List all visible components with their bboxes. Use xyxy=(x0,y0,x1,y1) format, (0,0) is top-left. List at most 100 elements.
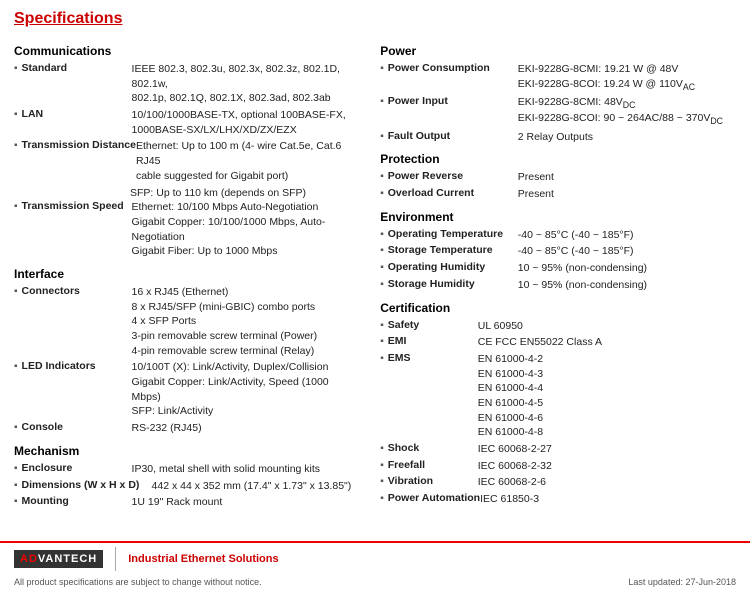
bullet-power-input: ▪ xyxy=(380,96,384,107)
overload-value: Present xyxy=(518,187,554,202)
standard-label: Standard xyxy=(22,62,132,74)
ems-row: ▪ EMS EN 61000-4-2EN 61000-4-3EN 61000-4… xyxy=(380,352,736,440)
logo-box: ADVANTECH xyxy=(14,550,103,568)
safety-row: ▪ Safety UL 60950 xyxy=(380,319,736,334)
power-automation-label: Power Automation xyxy=(388,492,480,504)
bullet-vibration: ▪ xyxy=(380,476,384,487)
footer: ADVANTECH Industrial Ethernet Solutions … xyxy=(0,541,750,591)
standard-value: IEEE 802.3, 802.3u, 802.3x, 802.3z, 802.… xyxy=(132,62,361,106)
power-input-label: Power Input xyxy=(388,95,518,107)
section-protection: Protection xyxy=(380,152,736,166)
storage-humidity-row: ▪ Storage Humidity 10 ~ 95% (non-condens… xyxy=(380,278,736,293)
bullet-storage-temp: ▪ xyxy=(380,245,384,256)
shock-label: Shock xyxy=(388,442,478,454)
section-communications: Communications xyxy=(14,44,360,58)
tx-dist-row: ▪ Transmission Distance Ethernet: Up to … xyxy=(14,139,360,183)
section-environment: Environment xyxy=(380,210,736,224)
section-certification: Certification xyxy=(380,301,736,315)
dimensions-label: Dimensions (W x H x D) xyxy=(22,479,152,491)
bullet-power-consumption: ▪ xyxy=(380,63,384,74)
bullet-power-reverse: ▪ xyxy=(380,171,384,182)
lan-label: LAN xyxy=(22,108,132,120)
ems-label: EMS xyxy=(388,352,478,364)
bullet-overload: ▪ xyxy=(380,188,384,199)
fault-output-label: Fault Output xyxy=(388,130,518,142)
logo-ad: AD xyxy=(20,553,38,565)
storage-temp-label: Storage Temperature xyxy=(388,244,518,256)
section-interface: Interface xyxy=(14,267,360,281)
logo-vantech: VANTECH xyxy=(38,553,97,565)
enclosure-row: ▪ Enclosure IP30, metal shell with solid… xyxy=(14,462,360,477)
led-value: 10/100T (X): Link/Activity, Duplex/Colli… xyxy=(132,360,361,419)
bullet-enclosure: ▪ xyxy=(14,463,18,474)
fault-output-value: 2 Relay Outputs xyxy=(518,130,593,145)
power-consumption-value: EKI-9228G-8CMI: 19.21 W @ 48VEKI-9228G-8… xyxy=(518,62,695,93)
bullet-tx-dist: ▪ xyxy=(14,140,18,151)
footer-logo: ADVANTECH xyxy=(14,550,103,568)
fault-output-row: ▪ Fault Output 2 Relay Outputs xyxy=(380,130,736,145)
bullet-mounting: ▪ xyxy=(14,496,18,507)
operating-humidity-label: Operating Humidity xyxy=(388,261,518,273)
footer-last-updated: Last updated: 27-Jun-2018 xyxy=(628,577,736,587)
left-column: Communications ▪ Standard IEEE 802.3, 80… xyxy=(14,36,370,512)
power-automation-value: IEC 61850-3 xyxy=(480,492,539,507)
safety-value: UL 60950 xyxy=(478,319,523,334)
emi-row: ▪ EMI CE FCC EN55022 Class A xyxy=(380,335,736,350)
console-value: RS-232 (RJ45) xyxy=(132,421,202,436)
operating-temp-label: Operating Temperature xyxy=(388,228,518,240)
connectors-value: 16 x RJ45 (Ethernet)8 x RJ45/SFP (mini-G… xyxy=(132,285,318,358)
bullet-console: ▪ xyxy=(14,422,18,433)
led-row: ▪ LED Indicators 10/100T (X): Link/Activ… xyxy=(14,360,360,419)
power-reverse-label: Power Reverse xyxy=(388,170,518,182)
power-automation-row: ▪ Power Automation IEC 61850-3 xyxy=(380,492,736,507)
shock-value: IEC 60068-2-27 xyxy=(478,442,552,457)
console-label: Console xyxy=(22,421,132,433)
shock-row: ▪ Shock IEC 60068-2-27 xyxy=(380,442,736,457)
power-consumption-label: Power Consumption xyxy=(388,62,518,74)
dimensions-value: 442 x 44 x 352 mm (17.4" x 1.73" x 13.85… xyxy=(152,479,352,494)
bullet-fault-output: ▪ xyxy=(380,131,384,142)
connectors-label: Connectors xyxy=(22,285,132,297)
enclosure-label: Enclosure xyxy=(22,462,132,474)
power-input-value: EKI-9228G-8CMI: 48VDCEKI-9228G-8COI: 90 … xyxy=(518,95,723,128)
section-mechanism: Mechanism xyxy=(14,444,360,458)
freefall-value: IEC 60068-2-32 xyxy=(478,459,552,474)
freefall-label: Freefall xyxy=(388,459,478,471)
vibration-label: Vibration xyxy=(388,475,478,487)
console-row: ▪ Console RS-232 (RJ45) xyxy=(14,421,360,436)
power-reverse-value: Present xyxy=(518,170,554,185)
bullet-standard: ▪ xyxy=(14,63,18,74)
power-consumption-row: ▪ Power Consumption EKI-9228G-8CMI: 19.2… xyxy=(380,62,736,93)
right-column: Power ▪ Power Consumption EKI-9228G-8CMI… xyxy=(370,36,736,512)
led-label: LED Indicators xyxy=(22,360,132,372)
tx-dist-value: Ethernet: Up to 100 m (4- wire Cat.5e, C… xyxy=(136,139,360,183)
bullet-operating-temp: ▪ xyxy=(380,229,384,240)
bullet-shock: ▪ xyxy=(380,443,384,454)
bullet-freefall: ▪ xyxy=(380,460,384,471)
bullet-safety: ▪ xyxy=(380,320,384,331)
tx-dist-label: Transmission Distance xyxy=(22,139,136,151)
enclosure-value: IP30, metal shell with solid mounting ki… xyxy=(132,462,321,477)
storage-humidity-value: 10 ~ 95% (non-condensing) xyxy=(518,278,647,293)
tx-speed-label: Transmission Speed xyxy=(22,200,132,212)
standard-row: ▪ Standard IEEE 802.3, 802.3u, 802.3x, 8… xyxy=(14,62,360,106)
mounting-label: Mounting xyxy=(22,495,132,507)
tx-speed-value: Ethernet: 10/100 Mbps Auto-NegotiationGi… xyxy=(132,200,361,259)
footer-notice: All product specifications are subject t… xyxy=(14,577,262,587)
bullet-tx-speed: ▪ xyxy=(14,201,18,212)
vibration-row: ▪ Vibration IEC 60068-2-6 xyxy=(380,475,736,490)
section-power: Power xyxy=(380,44,736,58)
footer-bottom: All product specifications are subject t… xyxy=(0,575,750,591)
operating-humidity-value: 10 ~ 95% (non-condensing) xyxy=(518,261,647,276)
ems-value: EN 61000-4-2EN 61000-4-3EN 61000-4-4EN 6… xyxy=(478,352,543,440)
lan-row: ▪ LAN 10/100/1000BASE-TX, optional 100BA… xyxy=(14,108,360,137)
bullet-dimensions: ▪ xyxy=(14,480,18,491)
mounting-row: ▪ Mounting 1U 19" Rack mount xyxy=(14,495,360,510)
overload-label: Overload Current xyxy=(388,187,518,199)
footer-inner: ADVANTECH Industrial Ethernet Solutions xyxy=(0,543,750,575)
page-title: Specifications xyxy=(14,10,736,28)
mounting-value: 1U 19" Rack mount xyxy=(132,495,223,510)
storage-temp-row: ▪ Storage Temperature -40 ~ 85°C (-40 ~ … xyxy=(380,244,736,259)
bullet-led: ▪ xyxy=(14,361,18,372)
emi-label: EMI xyxy=(388,335,478,347)
